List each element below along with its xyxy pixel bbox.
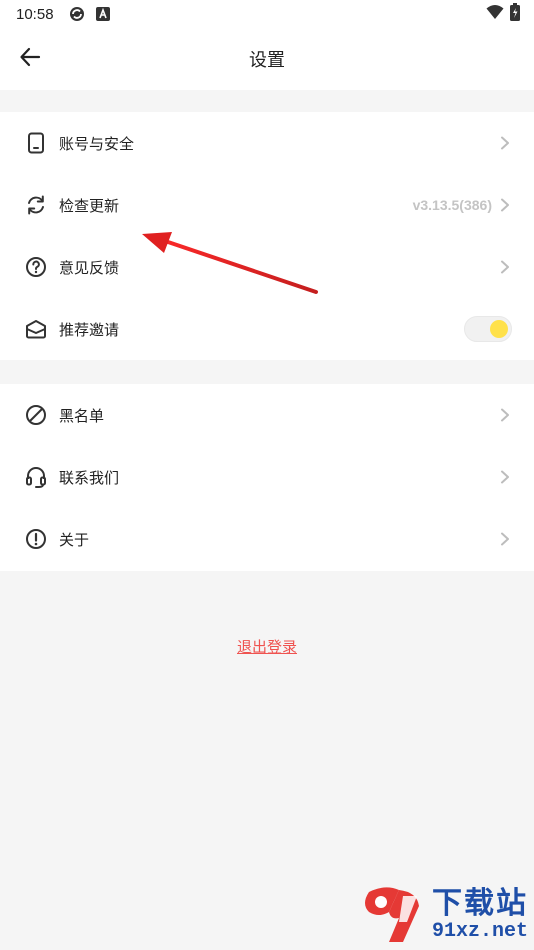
row-label: 联系我们 bbox=[59, 468, 120, 487]
toggle-knob bbox=[490, 320, 508, 338]
status-time: 10:58 bbox=[16, 5, 54, 23]
chevron-right-icon bbox=[498, 198, 512, 212]
version-value: v3.13.5(386) bbox=[412, 197, 492, 213]
mail-icon bbox=[24, 317, 48, 341]
settings-group-account: 账号与安全 检查更新 v3.13.5(386) 意见反馈 推荐邀请 bbox=[0, 112, 534, 360]
watermark-logo-icon bbox=[358, 882, 430, 948]
row-invite: 推荐邀请 bbox=[0, 298, 534, 360]
row-label: 关于 bbox=[59, 530, 90, 549]
row-check-update[interactable]: 检查更新 v3.13.5(386) bbox=[0, 174, 534, 236]
row-feedback[interactable]: 意见反馈 bbox=[0, 236, 534, 298]
watermark: 下载站 91xz.net bbox=[358, 880, 534, 950]
row-account-security[interactable]: 账号与安全 bbox=[0, 112, 534, 174]
app-bar: 设置 bbox=[0, 28, 534, 90]
refresh-icon bbox=[24, 193, 48, 217]
row-label: 账号与安全 bbox=[59, 134, 135, 153]
invite-toggle[interactable] bbox=[464, 316, 512, 342]
row-about[interactable]: 关于 bbox=[0, 508, 534, 570]
wifi-icon bbox=[486, 4, 504, 24]
logout-link[interactable]: 退出登录 bbox=[0, 636, 534, 657]
watermark-title: 下载站 bbox=[432, 886, 528, 921]
chevron-right-icon bbox=[498, 136, 512, 150]
info-icon bbox=[24, 527, 48, 551]
sync-status-icon bbox=[68, 5, 86, 23]
settings-group-other: 黑名单 联系我们 关于 bbox=[0, 384, 534, 571]
row-label: 意见反馈 bbox=[59, 258, 120, 277]
headset-icon bbox=[24, 465, 48, 489]
help-circle-icon bbox=[24, 255, 48, 279]
battery-icon bbox=[510, 3, 520, 25]
status-bar: 10:58 bbox=[0, 0, 534, 28]
block-icon bbox=[24, 403, 48, 427]
a-badge-icon bbox=[95, 7, 110, 21]
row-label: 黑名单 bbox=[59, 406, 105, 425]
chevron-right-icon bbox=[498, 408, 512, 422]
phone-icon bbox=[24, 131, 48, 155]
page-title: 设置 bbox=[249, 50, 285, 71]
row-blacklist[interactable]: 黑名单 bbox=[0, 384, 534, 446]
watermark-domain: 91xz.net bbox=[432, 920, 529, 943]
row-label: 推荐邀请 bbox=[59, 320, 120, 339]
row-label: 检查更新 bbox=[59, 196, 120, 215]
back-button[interactable] bbox=[16, 45, 44, 73]
chevron-right-icon bbox=[498, 260, 512, 274]
row-contact-us[interactable]: 联系我们 bbox=[0, 446, 534, 508]
chevron-right-icon bbox=[498, 470, 512, 484]
arrow-left-icon bbox=[19, 46, 41, 72]
chevron-right-icon bbox=[498, 532, 512, 546]
